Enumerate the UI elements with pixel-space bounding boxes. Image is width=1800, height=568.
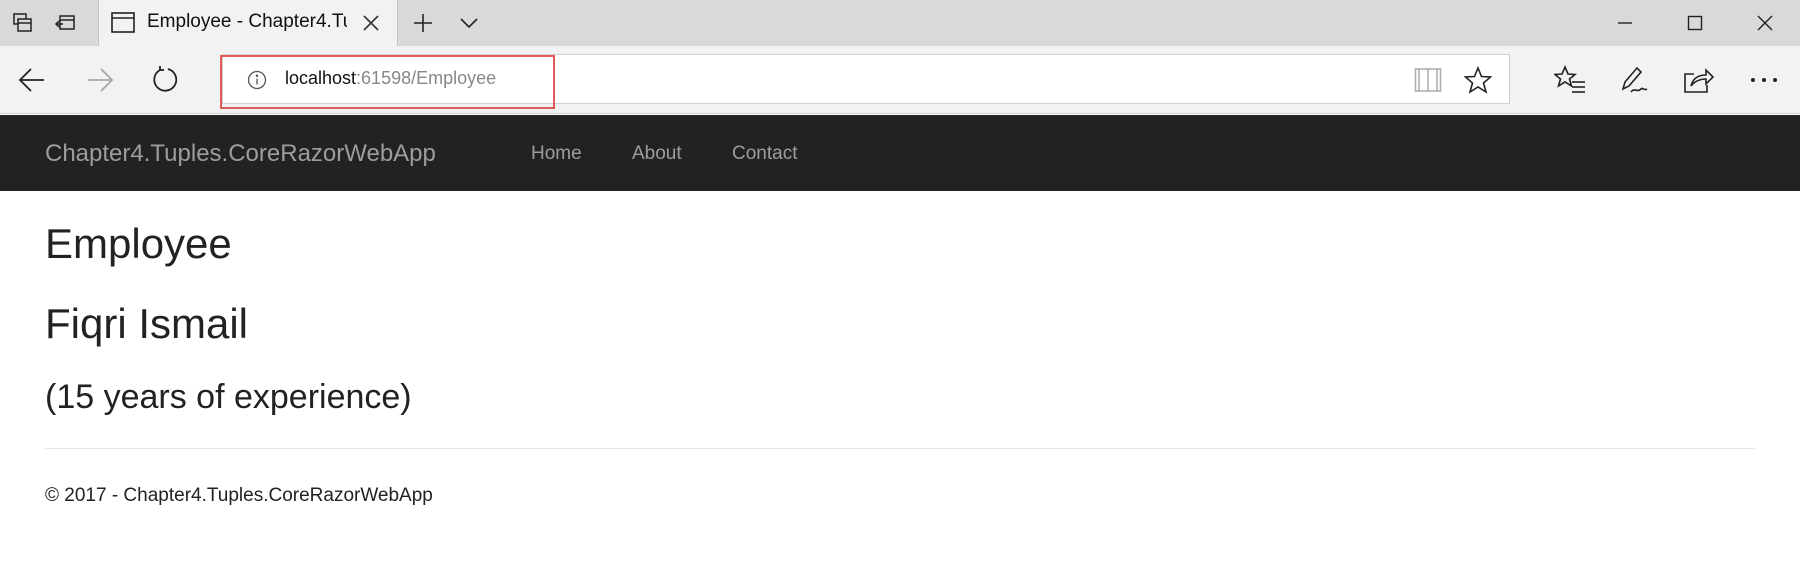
star-icon[interactable]	[1463, 65, 1493, 95]
forward-arrow-icon[interactable]	[76, 56, 124, 104]
show-tabs-icon[interactable]	[44, 0, 86, 46]
maximize-icon[interactable]	[1660, 0, 1730, 46]
employee-name: Fiqri Ismail	[45, 300, 249, 347]
browser-tab-active[interactable]: Employee - Chapter4.Tuples.CoreRazorWebA…	[98, 0, 398, 47]
refresh-icon[interactable]	[142, 56, 190, 104]
page-icon	[111, 12, 135, 33]
minimize-icon[interactable]	[1590, 0, 1660, 46]
footer-divider	[45, 448, 1755, 449]
more-icon[interactable]	[1740, 56, 1788, 104]
employee-experience: (15 years of experience)	[45, 378, 412, 416]
site-brand[interactable]: Chapter4.Tuples.CoreRazorWebApp	[45, 140, 436, 168]
nav-link-about[interactable]: About	[632, 143, 682, 165]
browser-tab-bar: Employee - Chapter4.Tuples.CoreRazorWebA…	[0, 0, 1800, 47]
tab-title: Employee - Chapter4.Tuples.CoreRazorWebA…	[147, 11, 347, 32]
url-highlight-box	[220, 55, 555, 109]
nav-link-contact[interactable]: Contact	[732, 143, 797, 165]
plus-icon[interactable]	[402, 0, 444, 46]
close-window-icon[interactable]	[1730, 0, 1800, 46]
share-icon[interactable]	[1674, 56, 1722, 104]
back-arrow-icon[interactable]	[8, 56, 56, 104]
close-tab-icon[interactable]	[359, 11, 383, 35]
favorites-list-icon[interactable]	[1546, 56, 1594, 104]
nav-link-home[interactable]: Home	[531, 143, 582, 165]
site-navbar: Chapter4.Tuples.CoreRazorWebApp Home Abo…	[0, 115, 1800, 191]
page-title: Employee	[45, 220, 232, 267]
footer-text: © 2017 - Chapter4.Tuples.CoreRazorWebApp	[45, 485, 433, 506]
book-icon[interactable]	[1413, 65, 1443, 95]
chevron-down-icon[interactable]	[448, 0, 490, 46]
pen-icon[interactable]	[1610, 56, 1658, 104]
tabs-aside-icon[interactable]	[2, 0, 44, 46]
